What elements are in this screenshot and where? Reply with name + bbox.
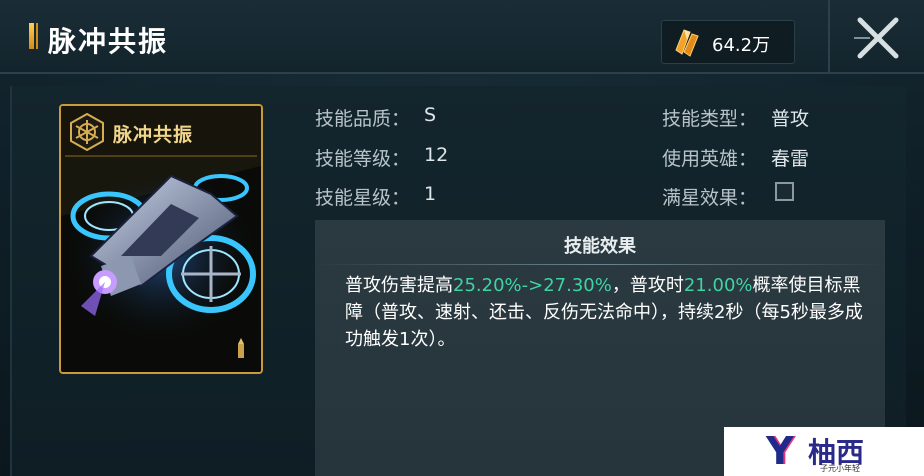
title-accent-bar-thin	[36, 23, 38, 49]
watermark-sub: 子元小年轻	[820, 464, 860, 473]
level-value: 12	[424, 144, 449, 166]
effect-description: 普攻伤害提高25.20%->27.30%，普攻时21.00%概率使目标黑障（普攻…	[345, 272, 865, 353]
type-label: 技能类型：	[662, 108, 758, 130]
effect-text-1: 普攻伤害提高	[345, 275, 453, 296]
page-title: 脉冲共振	[48, 25, 169, 58]
star-value: 1	[424, 183, 437, 205]
watermark-logo: Y	[766, 429, 794, 473]
star-label: 技能星级：	[315, 187, 411, 209]
maxstar-label: 满星效果：	[662, 187, 758, 209]
title-bar: 脉冲共振 64.2万	[0, 0, 924, 74]
close-icon[interactable]	[840, 8, 916, 68]
quality-value: S	[424, 104, 437, 126]
effect-highlight-1: 25.20%->27.30%	[453, 275, 612, 296]
crystal-icon	[675, 29, 699, 57]
hero-label: 使用英雄：	[662, 148, 758, 170]
maxstar-checkbox[interactable]	[775, 182, 794, 201]
currency-value: 64.2万	[712, 35, 771, 56]
close-separator	[828, 0, 830, 72]
currency-display[interactable]: 64.2万	[661, 20, 795, 64]
effect-title: 技能效果	[564, 236, 636, 257]
card-title: 脉冲共振	[113, 124, 194, 146]
effect-divider	[315, 264, 885, 265]
type-value: 普攻	[771, 108, 810, 130]
effect-text-2: ，普攻时	[611, 275, 684, 296]
level-label: 技能等级：	[315, 148, 411, 170]
watermark: Y 柚西 子元小年轻	[724, 427, 924, 476]
bullet-icon	[238, 338, 244, 358]
hero-value: 春雷	[771, 148, 810, 170]
title-accent-bar	[29, 23, 34, 49]
skill-card[interactable]: 脉冲共振	[59, 104, 263, 374]
hexagon-emblem-icon	[70, 112, 104, 152]
quality-label: 技能品质：	[315, 108, 411, 130]
effect-highlight-2: 21.00%	[683, 275, 753, 296]
